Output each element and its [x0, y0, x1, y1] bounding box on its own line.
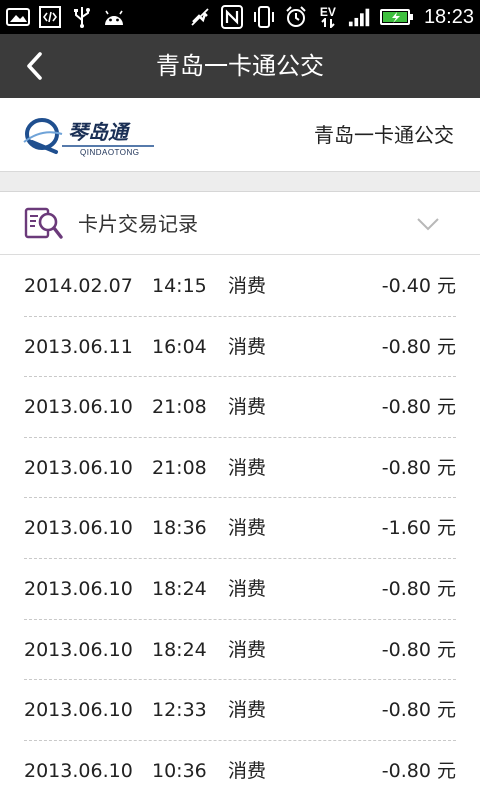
logo-text: 琴岛通	[68, 120, 128, 144]
record-amount: -0.80 元	[381, 577, 456, 600]
record-type: 消费	[228, 699, 267, 722]
record-date: 2013.06.10	[24, 638, 133, 661]
status-bar: EV 18:23	[0, 0, 480, 34]
record-time: 21:08	[152, 456, 207, 479]
mute-icon	[188, 6, 212, 28]
record-date: 2013.06.10	[24, 699, 133, 722]
record-time: 12:33	[152, 699, 207, 722]
record-date: 2013.06.10	[24, 396, 133, 419]
alarm-icon	[284, 6, 308, 28]
table-row[interactable]: 2013.06.10 18:24 消费 -0.80 元	[24, 620, 456, 681]
record-time: 10:36	[152, 759, 207, 782]
record-amount: -0.40 元	[381, 275, 456, 297]
ev-data-icon: EV	[316, 6, 340, 28]
record-amount: -0.80 元	[381, 396, 456, 419]
record-type: 消费	[228, 638, 267, 661]
table-row[interactable]: 2013.06.11 16:04 消费 -0.80 元	[24, 317, 456, 378]
section-separator	[0, 172, 480, 192]
transaction-list: 2014.02.07 14:15 消费 -0.40 元 2013.06.11 1…	[0, 256, 480, 800]
status-right-icons: EV 18:23	[188, 4, 474, 30]
brand-header: 琴岛通 QINDAOTONG 青岛一卡通公交	[0, 98, 480, 172]
record-type: 消费	[228, 335, 267, 358]
code-icon	[38, 6, 62, 28]
logo-subtext: QINDAOTONG	[80, 148, 140, 157]
title-bar: 青岛一卡通公交	[0, 34, 480, 98]
record-amount: -0.80 元	[381, 699, 456, 722]
record-amount: -0.80 元	[381, 759, 456, 782]
brand-name: 青岛一卡通公交	[314, 123, 454, 147]
chevron-down-icon[interactable]	[416, 213, 440, 235]
vibrate-icon	[252, 6, 276, 28]
table-row[interactable]: 2013.06.10 10:36 消费 -0.80 元	[24, 741, 456, 800]
gallery-icon	[6, 6, 30, 28]
usb-icon	[70, 6, 94, 28]
record-amount: -1.60 元	[381, 517, 456, 540]
record-time: 18:24	[152, 638, 207, 661]
transaction-section-header[interactable]: 卡片交易记录	[0, 193, 480, 255]
record-type: 消费	[228, 396, 267, 419]
back-button[interactable]	[14, 48, 54, 84]
record-time: 16:04	[152, 335, 207, 358]
signal-icon	[348, 6, 372, 28]
table-row[interactable]: 2014.02.07 14:15 消费 -0.40 元	[24, 256, 456, 317]
table-row[interactable]: 2013.06.10 21:08 消费 -0.80 元	[24, 377, 456, 438]
record-time: 18:36	[152, 517, 207, 540]
record-amount: -0.80 元	[381, 335, 456, 358]
record-amount: -0.80 元	[381, 456, 456, 479]
document-search-icon	[24, 207, 64, 241]
record-type: 消费	[228, 517, 267, 540]
record-date: 2013.06.10	[24, 577, 133, 600]
qindaotong-logo: 琴岛通 QINDAOTONG	[22, 112, 162, 158]
status-time: 18:23	[423, 6, 474, 28]
status-left-icons	[6, 6, 126, 28]
record-date: 2013.06.10	[24, 517, 133, 540]
record-time: 18:24	[152, 577, 207, 600]
nfc-icon	[220, 5, 244, 29]
record-type: 消费	[228, 759, 267, 782]
record-type: 消费	[228, 275, 267, 297]
record-date: 2013.06.10	[24, 456, 133, 479]
table-row[interactable]: 2013.06.10 21:08 消费 -0.80 元	[24, 438, 456, 499]
section-title: 卡片交易记录	[78, 212, 198, 236]
page-title: 青岛一卡通公交	[156, 52, 324, 80]
record-date: 2013.06.10	[24, 759, 133, 782]
record-time: 21:08	[152, 396, 207, 419]
table-row[interactable]: 2013.06.10 18:36 消费 -1.60 元	[24, 498, 456, 559]
chevron-left-icon	[27, 52, 42, 80]
record-date: 2014.02.07	[24, 275, 133, 297]
record-type: 消费	[228, 577, 267, 600]
record-type: 消费	[228, 456, 267, 479]
table-row[interactable]: 2013.06.10 18:24 消费 -0.80 元	[24, 559, 456, 620]
table-row[interactable]: 2013.06.10 12:33 消费 -0.80 元	[24, 680, 456, 741]
record-time: 14:15	[152, 275, 207, 297]
record-amount: -0.80 元	[381, 638, 456, 661]
ev-label: EV	[319, 4, 336, 19]
record-date: 2013.06.11	[24, 335, 133, 358]
battery-charging-icon	[379, 6, 414, 28]
android-icon	[102, 6, 126, 28]
